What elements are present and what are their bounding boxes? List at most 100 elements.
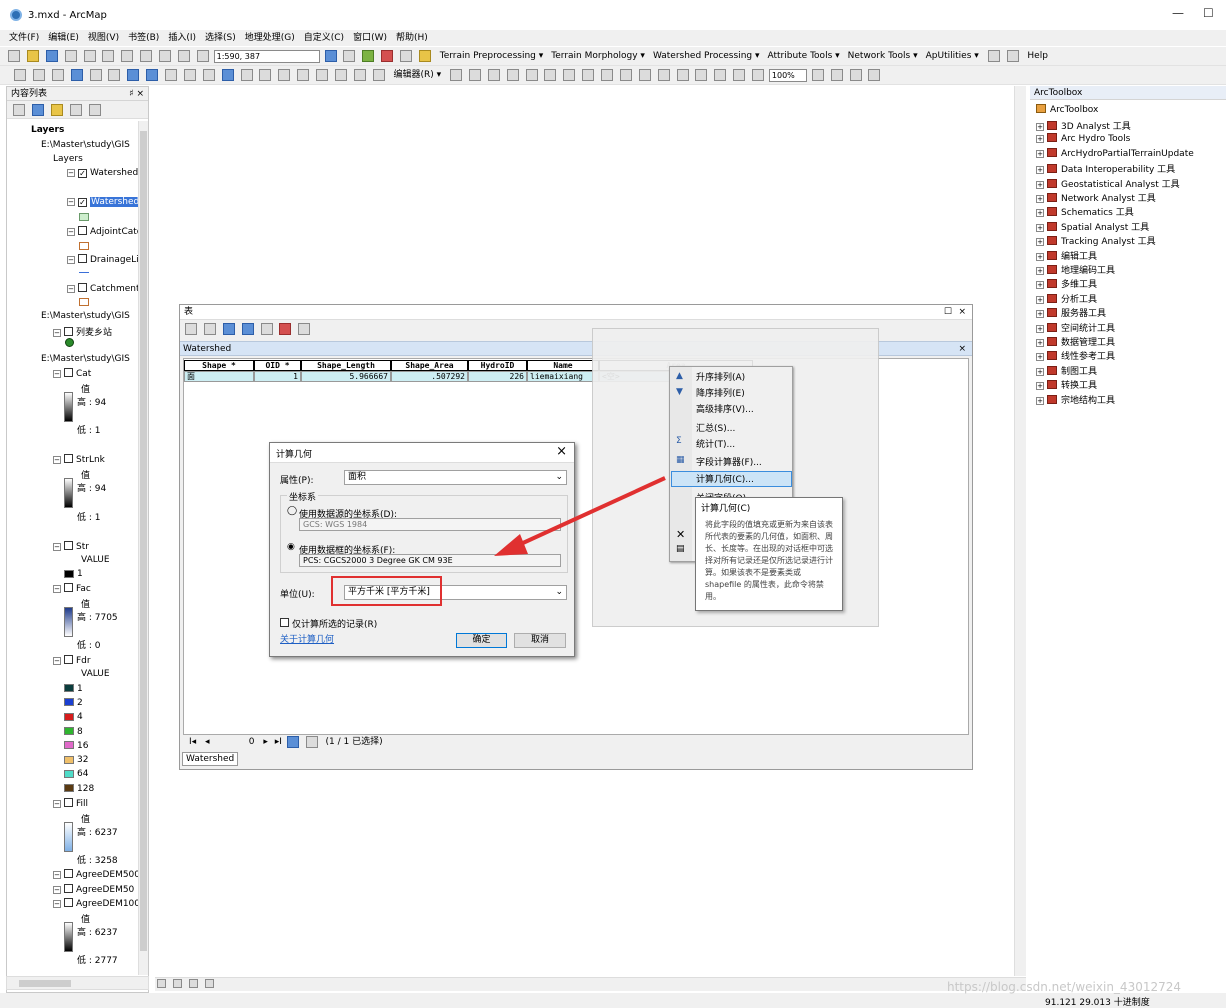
- layer-visibility-checkbox[interactable]: [64, 884, 73, 893]
- find-route-icon[interactable]: [316, 69, 328, 81]
- clear-table-selection-icon[interactable]: [260, 323, 273, 335]
- toc-item[interactable]: − ✓ Watershed: [67, 197, 141, 207]
- column-header[interactable]: Name: [527, 360, 599, 371]
- expand-icon[interactable]: +: [1036, 252, 1044, 261]
- column-header[interactable]: HydroID: [468, 360, 527, 371]
- back-icon[interactable]: [127, 69, 140, 81]
- layout-pan-icon[interactable]: [733, 69, 746, 81]
- toolbox-item[interactable]: + Schematics 工具: [1036, 205, 1134, 218]
- toc-item[interactable]: − Cat: [53, 368, 91, 379]
- toc-item[interactable]: 高 : 6237: [77, 925, 118, 938]
- first-record-button[interactable]: I◂: [189, 737, 196, 747]
- layer-visibility-checkbox[interactable]: [64, 798, 73, 807]
- forward-icon[interactable]: [146, 69, 159, 81]
- model-builder-icon[interactable]: [418, 50, 431, 62]
- expand-icon[interactable]: −: [53, 800, 61, 808]
- select-by-attributes-icon[interactable]: [222, 323, 235, 335]
- select-elements-icon[interactable]: [202, 69, 215, 81]
- delete-field-icon[interactable]: ✕: [676, 528, 685, 541]
- expand-icon[interactable]: +: [1036, 209, 1044, 218]
- expand-icon[interactable]: −: [67, 228, 75, 236]
- pan-icon[interactable]: [51, 69, 64, 81]
- table-tab-watershed[interactable]: Watershed: [182, 752, 238, 766]
- toolbox-item[interactable]: + 线性参考工具: [1036, 349, 1115, 362]
- toc-item[interactable]: E:\Master\study\GIS: [41, 311, 130, 321]
- expand-icon[interactable]: −: [53, 657, 61, 665]
- python-icon[interactable]: [400, 50, 412, 62]
- toc-item[interactable]: 值: [81, 382, 90, 395]
- time-slider-icon[interactable]: [353, 69, 366, 81]
- context-menu-item[interactable]: 高级排序(V)...: [696, 402, 754, 415]
- toc-item[interactable]: − Fill: [53, 798, 88, 809]
- column-header[interactable]: Shape *: [184, 360, 254, 371]
- toolbar-menu-5[interactable]: ApUtilities ▾: [926, 47, 979, 65]
- layer-visibility-checkbox[interactable]: [64, 327, 73, 336]
- expand-icon[interactable]: +: [1036, 367, 1044, 376]
- toolbox-item[interactable]: + Tracking Analyst 工具: [1036, 234, 1156, 247]
- expand-icon[interactable]: −: [53, 585, 61, 593]
- delete-selected-icon[interactable]: [279, 323, 292, 335]
- toc-item[interactable]: 高 : 7705: [77, 610, 118, 623]
- expand-icon[interactable]: −: [53, 886, 61, 894]
- properties-icon[interactable]: ▤: [676, 544, 685, 554]
- toc-item[interactable]: − 列麦乡站: [53, 325, 112, 338]
- expand-icon[interactable]: +: [1036, 123, 1044, 131]
- editor-menu[interactable]: 编辑器(R) ▾: [394, 66, 442, 84]
- toc-item[interactable]: Layers: [31, 125, 64, 135]
- data-view-icon[interactable]: [157, 979, 166, 988]
- layer-tab-close-button[interactable]: ×: [958, 342, 966, 357]
- find-icon[interactable]: [297, 69, 310, 81]
- toolbox-item[interactable]: +3D Analyst 工具: [1036, 119, 1131, 132]
- toolbar-menu-0[interactable]: Terrain Preprocessing ▾: [440, 47, 544, 65]
- table-cell[interactable]: liemaixiang: [527, 371, 599, 382]
- toc-item[interactable]: 2: [77, 698, 83, 708]
- expand-icon[interactable]: +: [1036, 149, 1044, 158]
- menu-item-4[interactable]: 插入(I): [168, 30, 196, 46]
- arctoolbox-root[interactable]: ArcToolbox: [1036, 104, 1098, 115]
- next-record-button[interactable]: ▸: [263, 737, 268, 747]
- menu-item-1[interactable]: 编辑(E): [48, 30, 79, 46]
- expand-icon[interactable]: +: [1036, 396, 1044, 405]
- toc-item[interactable]: − AgreeDEM500: [53, 869, 140, 880]
- current-record-field[interactable]: 0: [214, 734, 255, 750]
- toc-item[interactable]: E:\Master\study\GIS: [41, 354, 130, 364]
- hyperlink-icon[interactable]: [240, 69, 253, 81]
- expand-icon[interactable]: −: [53, 900, 61, 908]
- clear-selection-icon[interactable]: [183, 69, 196, 81]
- context-menu-item[interactable]: 汇总(S)...: [696, 421, 735, 434]
- context-menu-item[interactable]: 降序排列(E): [696, 386, 745, 399]
- undo-icon[interactable]: [159, 50, 171, 62]
- edit-tool-icon[interactable]: [450, 69, 463, 81]
- toc-item[interactable]: VALUE: [81, 669, 110, 679]
- focus-frame-icon[interactable]: [830, 69, 843, 81]
- trace-icon[interactable]: [525, 69, 538, 81]
- expand-icon[interactable]: −: [53, 370, 61, 378]
- toolbox-item[interactable]: + Network Analyst 工具: [1036, 191, 1156, 204]
- change-layout-icon[interactable]: [849, 69, 862, 81]
- toolbox-item[interactable]: + 多维工具: [1036, 277, 1097, 290]
- end-point-arc-icon[interactable]: [506, 69, 519, 81]
- expand-icon[interactable]: −: [53, 456, 61, 464]
- toc-item[interactable]: − DrainageLine: [67, 254, 143, 265]
- toc-item[interactable]: 低 : 1: [77, 423, 100, 436]
- cancel-button[interactable]: 取消: [514, 633, 566, 648]
- toc-item[interactable]: 1: [77, 569, 83, 579]
- scale-combo[interactable]: 1:590, 387: [213, 50, 320, 63]
- toc-item[interactable]: 值: [81, 597, 90, 610]
- layout-view-icon[interactable]: [172, 979, 182, 988]
- toc-item[interactable]: 低 : 1: [77, 510, 100, 523]
- table-cell[interactable]: .507292: [391, 371, 468, 382]
- toc-item[interactable]: − AgreeDEM1000: [53, 898, 143, 909]
- menu-item-5[interactable]: 选择(S): [205, 30, 236, 46]
- sketch-properties-icon[interactable]: [676, 69, 689, 81]
- toc-item[interactable]: 1: [77, 684, 83, 694]
- expand-icon[interactable]: +: [1036, 339, 1044, 347]
- toc-item[interactable]: 4: [77, 712, 83, 722]
- expand-icon[interactable]: +: [1036, 195, 1044, 203]
- catalog-icon[interactable]: [362, 50, 375, 62]
- expand-icon[interactable]: +: [1036, 310, 1044, 319]
- previous-record-button[interactable]: ◂: [205, 737, 210, 747]
- toolbox-item[interactable]: + 地理编码工具: [1036, 263, 1115, 276]
- menu-item-9[interactable]: 帮助(H): [396, 30, 428, 46]
- layer-visibility-checkbox[interactable]: [64, 454, 73, 463]
